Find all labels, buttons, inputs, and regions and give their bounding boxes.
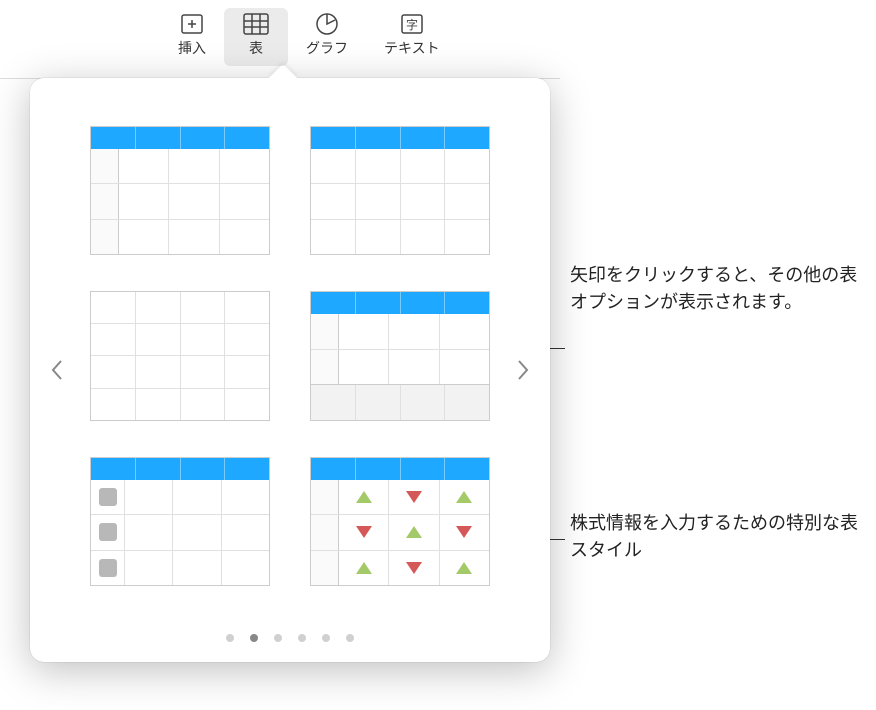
page-dot[interactable] — [322, 634, 330, 642]
toolbar-chart[interactable]: グラフ — [288, 8, 366, 66]
toolbar-text[interactable]: 字 テキスト — [366, 8, 458, 66]
text-icon: 字 — [398, 12, 426, 36]
insert-icon — [178, 12, 206, 36]
page-dot[interactable] — [274, 634, 282, 642]
table-style-option[interactable] — [310, 126, 490, 255]
toolbar-label: 表 — [249, 38, 263, 58]
table-style-option[interactable] — [90, 457, 270, 586]
callout-stock-hint: 株式情報を入力するための特別な表スタイル — [570, 510, 870, 564]
table-style-option[interactable] — [90, 126, 270, 255]
page-indicator — [226, 634, 354, 642]
table-style-option[interactable] — [310, 291, 490, 420]
toolbar: 挿入 表 グラフ 字 テキスト — [160, 0, 876, 66]
chart-icon — [313, 12, 341, 36]
page-dot[interactable] — [250, 634, 258, 642]
toolbar-label: 挿入 — [178, 38, 206, 58]
table-icon — [242, 12, 270, 36]
table-style-popover — [30, 78, 550, 662]
page-dot[interactable] — [346, 634, 354, 642]
toolbar-insert[interactable]: 挿入 — [160, 8, 224, 66]
toolbar-label: グラフ — [306, 38, 348, 58]
toolbar-label: テキスト — [384, 38, 440, 58]
next-page-arrow[interactable] — [508, 340, 538, 400]
page-dot[interactable] — [226, 634, 234, 642]
callout-arrow-hint: 矢印をクリックすると、その他の表オプションが表示されます。 — [570, 262, 870, 316]
table-style-grid — [90, 126, 490, 586]
table-style-option[interactable] — [90, 291, 270, 420]
page-dot[interactable] — [298, 634, 306, 642]
svg-text:字: 字 — [406, 17, 418, 32]
table-style-stock[interactable] — [310, 457, 490, 586]
toolbar-table[interactable]: 表 — [224, 8, 288, 66]
prev-page-arrow[interactable] — [42, 340, 72, 400]
